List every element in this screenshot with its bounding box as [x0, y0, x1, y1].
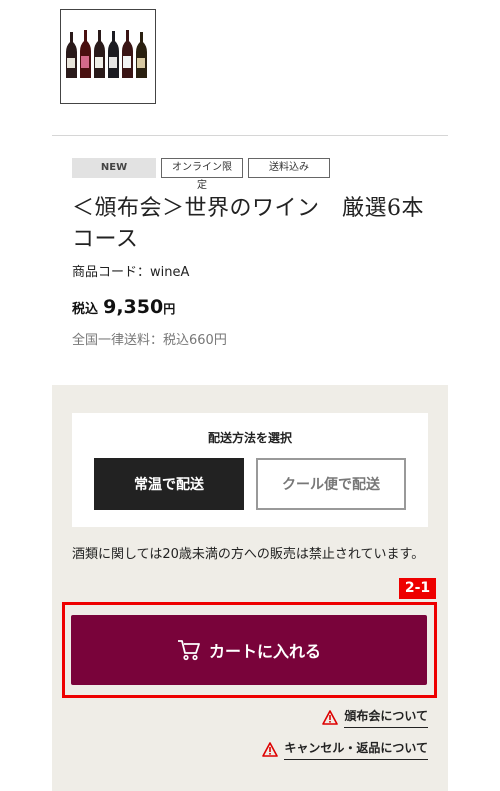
online-only-badge: オンライン限定: [161, 158, 243, 191]
warning-icon: [262, 742, 279, 757]
subscription-info-link[interactable]: 頒布会について: [322, 707, 428, 728]
product-title: ＜頒布会＞世界のワイン 厳選6本コース: [72, 196, 424, 252]
annotation-tag: 2-1: [399, 578, 436, 599]
new-badge: NEW: [72, 158, 156, 178]
cool-shipping-button[interactable]: クール便で配送: [256, 458, 406, 510]
product-thumbnail[interactable]: [60, 9, 156, 104]
price-value: 9,350: [103, 296, 164, 318]
add-to-cart-label: カートに入れる: [208, 642, 321, 661]
cart-icon: [177, 640, 200, 661]
price: 税込 9,350円: [72, 296, 175, 318]
product-code: 商品コード：wineA: [72, 265, 190, 280]
cancel-return-link[interactable]: キャンセル・返品について: [262, 739, 428, 760]
price-prefix: 税込: [72, 302, 99, 317]
subscription-info-label: 頒布会について: [344, 707, 428, 728]
divider: [52, 135, 448, 136]
ambient-shipping-button[interactable]: 常温で配送: [94, 458, 244, 510]
warning-icon: [322, 710, 339, 725]
badge-list: NEW オンライン限定 送料込み: [72, 158, 330, 191]
shipping-method-title: 配送方法を選択: [207, 431, 292, 445]
age-notice: 酒類に関しては20歳未満の方への販売は禁止されています。: [72, 547, 425, 562]
shipping-fee: 全国一律送料：税込660円: [72, 333, 227, 348]
add-to-cart-button[interactable]: カートに入れる: [71, 615, 427, 685]
free-shipping-badge: 送料込み: [248, 158, 330, 178]
price-unit: 円: [163, 302, 176, 316]
shipping-method-box: 配送方法を選択 常温で配送 クール便で配送: [72, 413, 428, 527]
wine-bottles-image: [66, 30, 147, 78]
cancel-return-label: キャンセル・返品について: [284, 739, 428, 760]
